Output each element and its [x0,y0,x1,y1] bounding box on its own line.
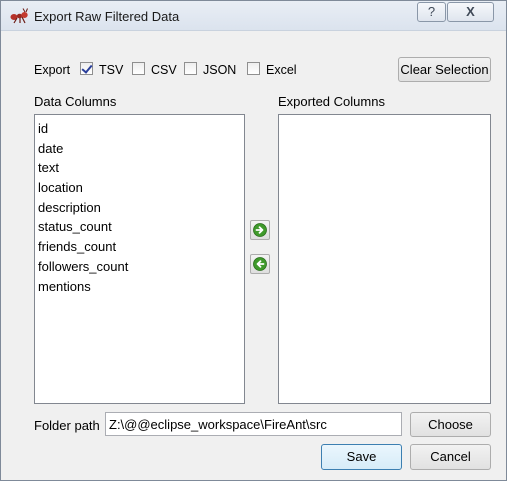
remove-column-button[interactable] [250,254,270,274]
clear-selection-button[interactable]: Clear Selection [398,57,491,82]
close-button[interactable]: X [447,2,494,22]
arrow-right-icon [253,223,267,237]
data-columns-label: Data Columns [34,94,117,109]
json-label[interactable]: JSON [203,63,236,77]
add-column-button[interactable] [250,220,270,240]
help-icon: ? [427,4,436,19]
cancel-button[interactable]: Cancel [410,444,491,470]
tsv-label[interactable]: TSV [99,63,123,77]
tsv-checkbox[interactable] [80,62,93,75]
list-item[interactable]: text [38,158,244,178]
window-title: Export Raw Filtered Data [34,9,180,24]
export-dialog: Export Raw Filtered Data ? X Export TSV … [0,0,507,481]
list-item[interactable]: description [38,198,244,218]
folder-path-input[interactable] [105,412,402,436]
save-button[interactable]: Save [321,444,402,470]
excel-label[interactable]: Excel [266,63,297,77]
data-columns-list[interactable]: id date text location description status… [34,114,245,404]
list-item[interactable]: id [38,119,244,139]
ant-icon [10,8,28,24]
exported-columns-label: Exported Columns [278,94,385,109]
json-checkbox[interactable] [184,62,197,75]
csv-label[interactable]: CSV [151,63,177,77]
list-item[interactable]: status_count [38,217,244,237]
list-item[interactable]: mentions [38,277,244,297]
list-item[interactable]: friends_count [38,237,244,257]
exported-columns-list[interactable] [278,114,491,404]
choose-button[interactable]: Choose [410,412,491,437]
csv-checkbox[interactable] [132,62,145,75]
export-label: Export [34,63,71,77]
help-button[interactable]: ? [417,2,446,22]
close-icon: X [466,4,475,19]
list-item[interactable]: date [38,139,244,159]
export-format-row: Export TSV CSV JSON Excel Clear Selectio… [1,57,506,83]
arrow-left-icon [253,257,267,271]
list-item[interactable]: followers_count [38,257,244,277]
excel-checkbox[interactable] [247,62,260,75]
list-item[interactable]: location [38,178,244,198]
folder-path-label: Folder path [34,418,100,433]
title-bar[interactable]: Export Raw Filtered Data ? X [1,1,506,31]
